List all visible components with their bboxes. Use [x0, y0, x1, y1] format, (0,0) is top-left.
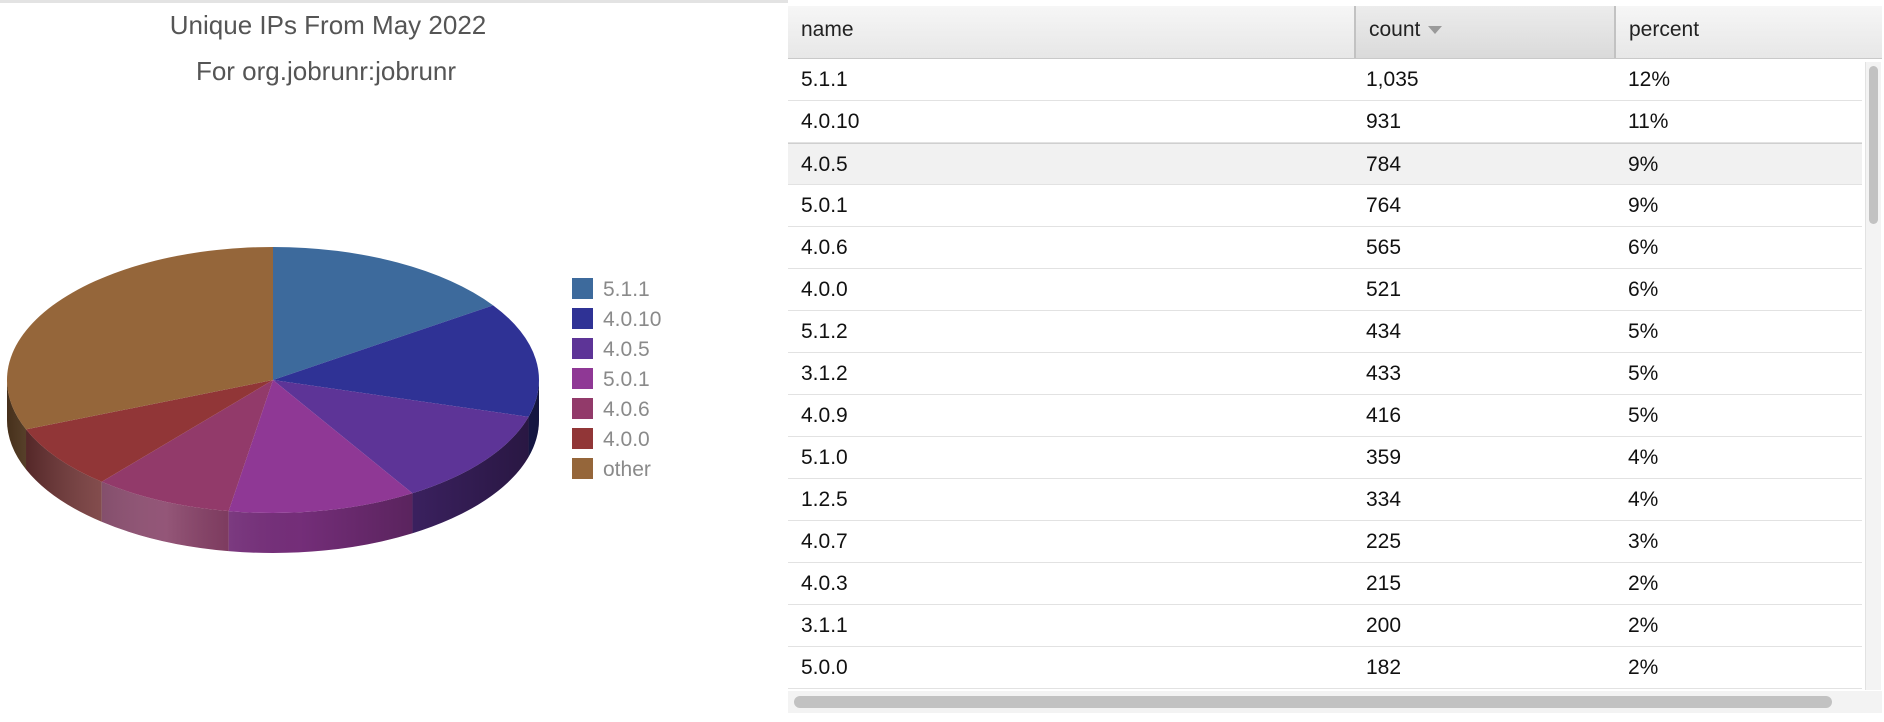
cell-name: 5.1.0: [801, 446, 848, 469]
cell-name: 5.0.0: [801, 656, 848, 679]
cell-count: 359: [1366, 446, 1402, 469]
cell-count: 182: [1366, 656, 1402, 679]
cell-name: 4.0.0: [801, 278, 848, 301]
cell-percent: 2%: [1628, 572, 1659, 595]
cell-name: 4.0.10: [801, 110, 860, 133]
table-row[interactable]: 4.0.9 416 5%: [788, 395, 1862, 437]
legend-label: 5.0.1: [603, 368, 650, 391]
table-row[interactable]: 4.0.3 215 2%: [788, 563, 1862, 605]
cell-name: 4.0.6: [801, 236, 848, 259]
cell-count: 434: [1366, 320, 1402, 343]
legend-swatch-4.0.6: [572, 398, 593, 419]
cell-count: 521: [1366, 278, 1402, 301]
cell-count: 215: [1366, 572, 1402, 595]
legend-label: 5.1.1: [603, 278, 650, 301]
cell-name: 5.1.2: [801, 320, 848, 343]
legend-label: other: [603, 458, 651, 481]
cell-percent: 2%: [1628, 614, 1659, 637]
table-row[interactable]: 5.1.0 359 4%: [788, 437, 1862, 479]
table-row[interactable]: 4.0.10 931 11%: [788, 101, 1862, 143]
cell-count: 334: [1366, 488, 1402, 511]
cell-percent: 12%: [1628, 68, 1671, 91]
cell-percent: 9%: [1628, 153, 1659, 176]
cell-count: 764: [1366, 194, 1402, 217]
cell-count: 416: [1366, 404, 1402, 427]
vertical-scrollbar-thumb[interactable]: [1869, 66, 1878, 224]
column-header-count-label: count: [1369, 18, 1421, 41]
cell-percent: 9%: [1628, 194, 1659, 217]
table-row[interactable]: 4.0.6 565 6%: [788, 227, 1862, 269]
cell-percent: 5%: [1628, 320, 1659, 343]
pie-slices: [6, 247, 539, 514]
cell-name: 4.0.5: [801, 153, 848, 176]
cell-name: 4.0.7: [801, 530, 848, 553]
legend-label: 4.0.5: [603, 338, 650, 361]
legend-swatch-other: [572, 458, 593, 479]
cell-name: 1.2.5: [801, 488, 848, 511]
table-header: name count percent: [788, 6, 1882, 59]
table-row[interactable]: 5.0.1 764 9%: [788, 185, 1862, 227]
cell-name: 3.1.2: [801, 362, 848, 385]
cell-percent: 3%: [1628, 530, 1659, 553]
legend-label: 4.0.10: [603, 308, 661, 331]
cell-count: 1,035: [1366, 68, 1419, 91]
table-row[interactable]: 5.1.1 1,035 12%: [788, 59, 1862, 101]
table-row[interactable]: 4.0.0 521 6%: [788, 269, 1862, 311]
vertical-scrollbar[interactable]: [1865, 62, 1881, 690]
cell-name: 4.0.3: [801, 572, 848, 595]
legend-swatch-5.0.1: [572, 368, 593, 389]
pie-chart-panel: Unique IPs From May 2022 For org.jobrunr…: [0, 0, 788, 722]
legend-swatch-4.0.0: [572, 428, 593, 449]
cell-percent: 5%: [1628, 362, 1659, 385]
column-header-name-label: name: [801, 18, 854, 41]
cell-count: 225: [1366, 530, 1402, 553]
cell-percent: 6%: [1628, 278, 1659, 301]
cell-count: 433: [1366, 362, 1402, 385]
cell-percent: 2%: [1628, 656, 1659, 679]
pie-chart: Unique IPs From May 2022 For org.jobrunr…: [6, 10, 661, 554]
cell-percent: 6%: [1628, 236, 1659, 259]
cell-count: 784: [1366, 153, 1402, 176]
legend-label: 4.0.6: [603, 398, 650, 421]
cell-percent: 4%: [1628, 446, 1659, 469]
chart-subtitle: For org.jobrunr:jobrunr: [196, 56, 456, 86]
cell-percent: 4%: [1628, 488, 1659, 511]
horizontal-scrollbar[interactable]: [788, 691, 1882, 713]
legend-swatch-4.0.10: [572, 308, 593, 329]
horizontal-scrollbar-thumb[interactable]: [794, 696, 1832, 708]
data-table: name count percent 5.1.1 1,035 12% 4.0.10 93…: [788, 0, 1884, 722]
table-row[interactable]: 4.0.5 784 9%: [788, 143, 1862, 185]
chart-legend: 5.1.1 4.0.10 4.0.5 5.0.1 4.0.6 4.0.0 other: [572, 278, 661, 481]
table-row[interactable]: 1.2.5 334 4%: [788, 479, 1862, 521]
column-header-percent[interactable]: percent: [1616, 6, 1882, 58]
table-row[interactable]: 3.1.2 433 5%: [788, 353, 1862, 395]
legend-label: 4.0.0: [603, 428, 650, 451]
legend-swatch-4.0.5: [572, 338, 593, 359]
column-header-name[interactable]: name: [788, 6, 1354, 58]
cell-percent: 11%: [1628, 110, 1669, 133]
column-header-percent-label: percent: [1629, 18, 1700, 41]
cell-name: 5.1.1: [801, 68, 848, 91]
cell-name: 4.0.9: [801, 404, 848, 427]
cell-count: 565: [1366, 236, 1402, 259]
cell-count: 931: [1366, 110, 1402, 133]
column-header-count[interactable]: count: [1354, 6, 1616, 58]
cell-name: 5.0.1: [801, 194, 848, 217]
table-row[interactable]: 3.1.1 200 2%: [788, 605, 1862, 647]
table-row[interactable]: 5.0.0 182 2%: [788, 647, 1862, 689]
table-row[interactable]: 4.0.7 225 3%: [788, 521, 1862, 563]
chart-title: Unique IPs From May 2022: [170, 10, 486, 40]
legend-swatch-5.1.1: [572, 278, 593, 299]
cell-count: 200: [1366, 614, 1402, 637]
table-row[interactable]: 5.1.2 434 5%: [788, 311, 1862, 353]
cell-name: 3.1.1: [801, 614, 848, 637]
sort-descending-icon: [1428, 26, 1443, 35]
cell-percent: 5%: [1628, 404, 1659, 427]
table-body: 5.1.1 1,035 12% 4.0.10 931 11% 4.0.5 784 9% 5.0.1…: [788, 59, 1862, 689]
